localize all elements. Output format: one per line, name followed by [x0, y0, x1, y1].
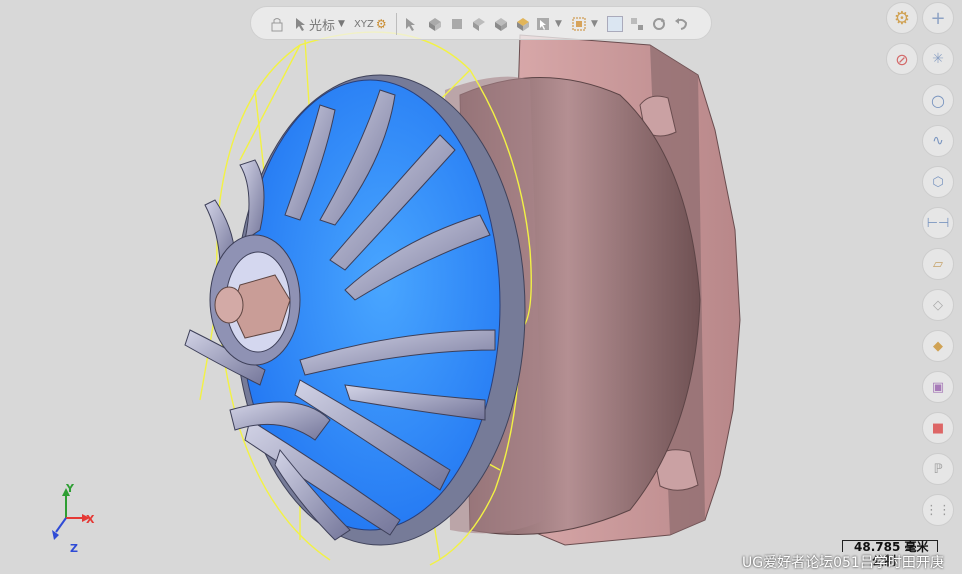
- part-icon: ◆: [933, 338, 943, 354]
- material-button[interactable]: ▣: [922, 371, 954, 403]
- select-filter-icon[interactable]: [535, 14, 551, 34]
- box-select-icon[interactable]: [571, 14, 587, 34]
- palette-icon: ▣: [931, 379, 945, 395]
- snap-grid-icon[interactable]: [607, 14, 623, 34]
- settings-button[interactable]: ⚙: [886, 2, 918, 34]
- rotate-icon[interactable]: [651, 14, 667, 34]
- tape-icon: ▱: [933, 256, 943, 272]
- coords-button[interactable]: XYZ ⚙: [354, 14, 387, 34]
- filter-icon: ℙ: [933, 461, 943, 477]
- snap-point-icon[interactable]: [629, 14, 645, 34]
- feature-icon[interactable]: [427, 14, 443, 34]
- grid-icon: ⋮⋮: [925, 502, 951, 518]
- add-button[interactable]: +: [922, 2, 954, 34]
- cursor-label: 光标: [309, 18, 336, 34]
- shaded-solid-icon[interactable]: [515, 14, 531, 34]
- color-button[interactable]: ■: [922, 412, 954, 444]
- chevron-down-icon[interactable]: ▼: [591, 14, 598, 34]
- body-icon[interactable]: [449, 14, 465, 34]
- axis-triad: Y X Z: [52, 482, 95, 555]
- part-button[interactable]: ◆: [922, 330, 954, 362]
- circle-tool-button[interactable]: ○: [922, 84, 954, 116]
- stop-button[interactable]: ⊘: [886, 43, 918, 75]
- point-tool-button[interactable]: ✳: [922, 43, 954, 75]
- x-axis-label: X: [86, 513, 95, 526]
- cursor-selector[interactable]: 光标 ▼: [293, 14, 345, 34]
- crosshair-icon: ✳: [932, 51, 944, 67]
- chevron-down-icon[interactable]: ▼: [555, 14, 562, 34]
- color-swatch-icon: ■: [931, 420, 945, 436]
- shaft-nut[interactable]: [209, 234, 301, 366]
- measure-button[interactable]: ▱: [922, 248, 954, 280]
- view-cube-button[interactable]: ◇: [922, 289, 954, 321]
- chevron-down-icon: ▼: [338, 19, 345, 29]
- cursor-icon: [296, 18, 305, 31]
- grid-button[interactable]: ⋮⋮: [922, 494, 954, 526]
- lock-icon[interactable]: [269, 14, 285, 34]
- coords-label: XYZ: [354, 18, 374, 30]
- cube-icon: ⬡: [932, 174, 944, 190]
- filter-button[interactable]: ℙ: [922, 453, 954, 485]
- ruler-icon: ⊢⊣: [926, 215, 950, 231]
- solid-icon[interactable]: [493, 14, 509, 34]
- undo-icon[interactable]: [673, 14, 689, 34]
- cube-outline-icon: ◇: [933, 297, 943, 313]
- curve-icon: ∿: [932, 133, 944, 149]
- plus-icon: +: [930, 7, 946, 29]
- no-entry-icon: ⊘: [895, 49, 909, 69]
- 3d-viewport[interactable]: [0, 0, 962, 574]
- view-toolbar: 光标 ▼ XYZ ⚙ ▼ ▼: [250, 6, 712, 40]
- circle-icon: ○: [931, 90, 945, 110]
- gear-icon: ⚙: [375, 17, 387, 31]
- y-axis-label: Y: [65, 482, 75, 495]
- watermark-text: UG爱好者论坛051吕学时田开庚: [742, 555, 944, 571]
- dimension-button[interactable]: ⊢⊣: [922, 207, 954, 239]
- box-tool-button[interactable]: ⬡: [922, 166, 954, 198]
- gear-icon: ⚙: [893, 7, 911, 29]
- curve-tool-button[interactable]: ∿: [922, 125, 954, 157]
- z-axis-label: Z: [70, 542, 78, 555]
- face-icon[interactable]: [471, 14, 487, 34]
- select-arrow-icon[interactable]: [403, 14, 419, 34]
